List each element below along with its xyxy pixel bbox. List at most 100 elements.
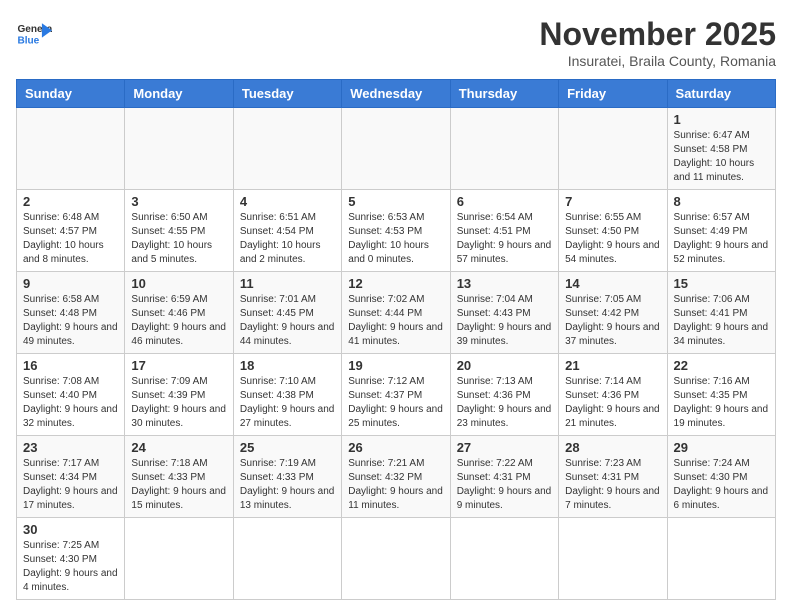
calendar-cell (125, 108, 233, 190)
calendar-cell: 24 Sunrise: 7:18 AM Sunset: 4:33 PM Dayli… (125, 436, 233, 518)
calendar-week-row: 9Sunrise: 6:58 AM Sunset: 4:48 PM Daylig… (17, 272, 776, 354)
calendar-cell (559, 518, 667, 600)
calendar-cell: 6 Sunrise: 6:54 AM Sunset: 4:51 PM Daylig… (450, 190, 558, 272)
day-number: 9 (23, 276, 118, 291)
column-header-tuesday: Tuesday (233, 80, 341, 108)
day-number: 7 (565, 194, 660, 209)
day-number: 20 (457, 358, 552, 373)
day-info: Sunrise: 6:57 AM Sunset: 4:49 PM Dayligh… (674, 212, 769, 265)
calendar-cell: 28Sunrise: 7:23 AM Sunset: 4:31 PM Dayli… (559, 436, 667, 518)
day-info: Sunrise: 7:06 AM Sunset: 4:41 PM Dayligh… (674, 294, 769, 347)
svg-text:Blue: Blue (17, 35, 39, 46)
day-number: 11 (240, 276, 335, 291)
column-header-friday: Friday (559, 80, 667, 108)
day-number: 27 (457, 440, 552, 455)
logo: General Blue (16, 16, 52, 52)
column-header-thursday: Thursday (450, 80, 558, 108)
page-header: General Blue November 2025 Insuratei, Br… (16, 16, 776, 69)
calendar-cell: 18 Sunrise: 7:10 AM Sunset: 4:38 PM Dayli… (233, 354, 341, 436)
calendar-cell: 30Sunrise: 7:25 AM Sunset: 4:30 PM Dayli… (17, 518, 125, 600)
calendar-cell: 27 Sunrise: 7:22 AM Sunset: 4:31 PM Dayli… (450, 436, 558, 518)
calendar-cell: 17Sunrise: 7:09 AM Sunset: 4:39 PM Dayli… (125, 354, 233, 436)
calendar-cell: 29Sunrise: 7:24 AM Sunset: 4:30 PM Dayli… (667, 436, 775, 518)
calendar-cell: 22Sunrise: 7:16 AM Sunset: 4:35 PM Dayli… (667, 354, 775, 436)
calendar-cell: 25 Sunrise: 7:19 AM Sunset: 4:33 PM Dayli… (233, 436, 341, 518)
calendar-cell (233, 518, 341, 600)
day-number: 1 (674, 112, 769, 127)
calendar-cell: 3 Sunrise: 6:50 AM Sunset: 4:55 PM Daylig… (125, 190, 233, 272)
calendar-week-row: 16 Sunrise: 7:08 AM Sunset: 4:40 PM Dayli… (17, 354, 776, 436)
day-number: 3 (131, 194, 226, 209)
calendar-cell (667, 518, 775, 600)
day-info: Sunrise: 6:51 AM Sunset: 4:54 PM Dayligh… (240, 212, 321, 265)
calendar-cell (342, 518, 450, 600)
day-info: Sunrise: 6:50 AM Sunset: 4:55 PM Dayligh… (131, 212, 212, 265)
calendar-cell: 19Sunrise: 7:12 AM Sunset: 4:37 PM Dayli… (342, 354, 450, 436)
calendar-cell: 12 Sunrise: 7:02 AM Sunset: 4:44 PM Dayli… (342, 272, 450, 354)
subtitle: Insuratei, Braila County, Romania (539, 53, 776, 69)
day-number: 6 (457, 194, 552, 209)
calendar-cell: 2Sunrise: 6:48 AM Sunset: 4:57 PM Daylig… (17, 190, 125, 272)
calendar-cell: 15Sunrise: 7:06 AM Sunset: 4:41 PM Dayli… (667, 272, 775, 354)
day-info: Sunrise: 7:13 AM Sunset: 4:36 PM Dayligh… (457, 376, 552, 429)
calendar-cell: 14 Sunrise: 7:05 AM Sunset: 4:42 PM Dayli… (559, 272, 667, 354)
day-info: Sunrise: 7:18 AM Sunset: 4:33 PM Dayligh… (131, 458, 226, 511)
calendar-cell: 1 Sunrise: 6:47 AM Sunset: 4:58 PM Daylig… (667, 108, 775, 190)
calendar-week-row: 2Sunrise: 6:48 AM Sunset: 4:57 PM Daylig… (17, 190, 776, 272)
day-info: Sunrise: 6:54 AM Sunset: 4:51 PM Dayligh… (457, 212, 552, 265)
day-number: 16 (23, 358, 118, 373)
day-number: 5 (348, 194, 443, 209)
day-info: Sunrise: 7:17 AM Sunset: 4:34 PM Dayligh… (23, 458, 118, 511)
day-info: Sunrise: 7:10 AM Sunset: 4:38 PM Dayligh… (240, 376, 335, 429)
calendar-cell (342, 108, 450, 190)
day-info: Sunrise: 7:05 AM Sunset: 4:42 PM Dayligh… (565, 294, 660, 347)
calendar-cell (17, 108, 125, 190)
day-info: Sunrise: 6:53 AM Sunset: 4:53 PM Dayligh… (348, 212, 429, 265)
day-info: Sunrise: 7:25 AM Sunset: 4:30 PM Dayligh… (23, 540, 118, 593)
title-block: November 2025 Insuratei, Braila County, … (539, 16, 776, 69)
day-number: 10 (131, 276, 226, 291)
day-info: Sunrise: 7:08 AM Sunset: 4:40 PM Dayligh… (23, 376, 118, 429)
calendar-cell: 9Sunrise: 6:58 AM Sunset: 4:48 PM Daylig… (17, 272, 125, 354)
calendar-cell (450, 108, 558, 190)
calendar-cell: 23 Sunrise: 7:17 AM Sunset: 4:34 PM Dayli… (17, 436, 125, 518)
column-header-wednesday: Wednesday (342, 80, 450, 108)
day-info: Sunrise: 6:55 AM Sunset: 4:50 PM Dayligh… (565, 212, 660, 265)
day-number: 26 (348, 440, 443, 455)
day-info: Sunrise: 7:14 AM Sunset: 4:36 PM Dayligh… (565, 376, 660, 429)
day-number: 14 (565, 276, 660, 291)
day-number: 19 (348, 358, 443, 373)
day-info: Sunrise: 6:48 AM Sunset: 4:57 PM Dayligh… (23, 212, 104, 265)
day-info: Sunrise: 7:19 AM Sunset: 4:33 PM Dayligh… (240, 458, 335, 511)
day-info: Sunrise: 7:22 AM Sunset: 4:31 PM Dayligh… (457, 458, 552, 511)
logo-icon: General Blue (16, 16, 52, 52)
column-header-saturday: Saturday (667, 80, 775, 108)
day-number: 24 (131, 440, 226, 455)
calendar-cell: 20 Sunrise: 7:13 AM Sunset: 4:36 PM Dayli… (450, 354, 558, 436)
calendar-week-row: 1 Sunrise: 6:47 AM Sunset: 4:58 PM Daylig… (17, 108, 776, 190)
calendar-cell: 16 Sunrise: 7:08 AM Sunset: 4:40 PM Dayli… (17, 354, 125, 436)
day-info: Sunrise: 6:47 AM Sunset: 4:58 PM Dayligh… (674, 130, 755, 183)
calendar-cell: 4Sunrise: 6:51 AM Sunset: 4:54 PM Daylig… (233, 190, 341, 272)
day-number: 18 (240, 358, 335, 373)
day-info: Sunrise: 7:04 AM Sunset: 4:43 PM Dayligh… (457, 294, 552, 347)
calendar-cell: 10Sunrise: 6:59 AM Sunset: 4:46 PM Dayli… (125, 272, 233, 354)
day-number: 8 (674, 194, 769, 209)
calendar-cell: 8 Sunrise: 6:57 AM Sunset: 4:49 PM Daylig… (667, 190, 775, 272)
calendar-cell (450, 518, 558, 600)
day-number: 23 (23, 440, 118, 455)
day-number: 22 (674, 358, 769, 373)
calendar-cell: 21 Sunrise: 7:14 AM Sunset: 4:36 PM Dayli… (559, 354, 667, 436)
calendar-cell (125, 518, 233, 600)
column-header-sunday: Sunday (17, 80, 125, 108)
day-info: Sunrise: 7:02 AM Sunset: 4:44 PM Dayligh… (348, 294, 443, 347)
calendar-week-row: 30Sunrise: 7:25 AM Sunset: 4:30 PM Dayli… (17, 518, 776, 600)
day-number: 25 (240, 440, 335, 455)
day-number: 12 (348, 276, 443, 291)
calendar-week-row: 23 Sunrise: 7:17 AM Sunset: 4:34 PM Dayli… (17, 436, 776, 518)
calendar-cell (559, 108, 667, 190)
day-info: Sunrise: 7:09 AM Sunset: 4:39 PM Dayligh… (131, 376, 226, 429)
day-number: 21 (565, 358, 660, 373)
day-info: Sunrise: 7:21 AM Sunset: 4:32 PM Dayligh… (348, 458, 443, 511)
column-header-monday: Monday (125, 80, 233, 108)
